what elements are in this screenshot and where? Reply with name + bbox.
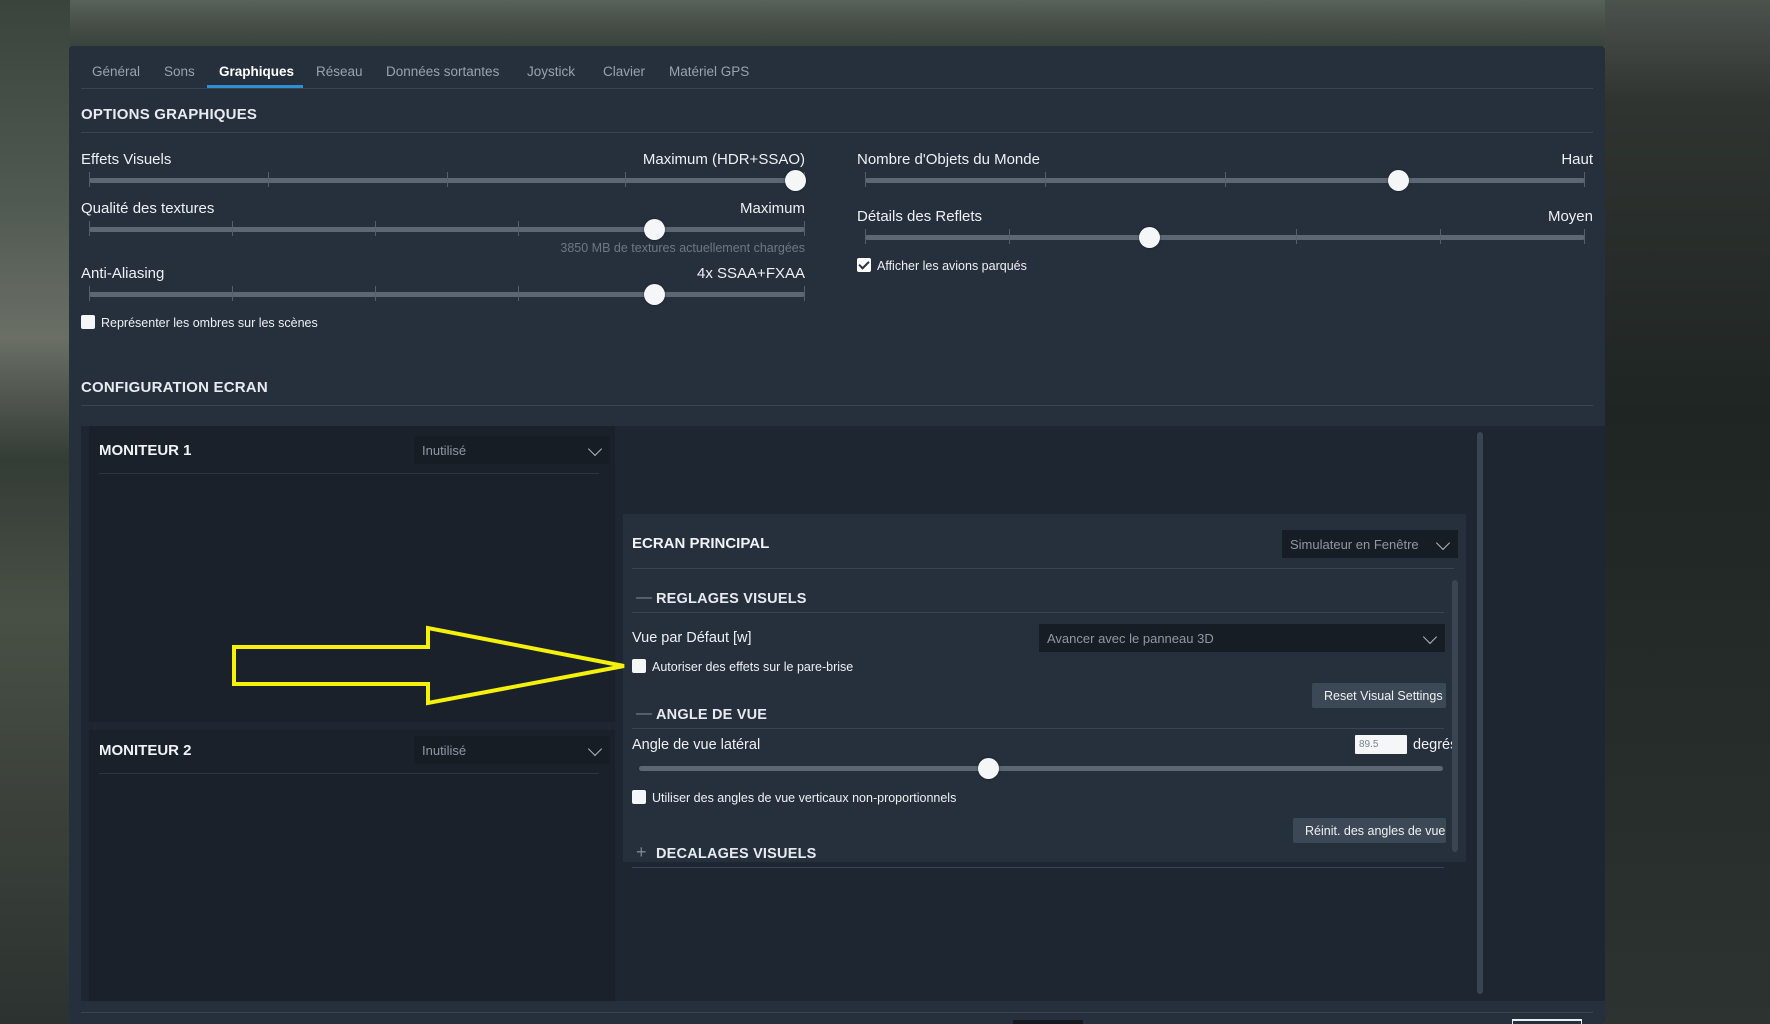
yellow-arrow-icon — [232, 625, 625, 706]
annotation-arrow — [232, 625, 625, 706]
